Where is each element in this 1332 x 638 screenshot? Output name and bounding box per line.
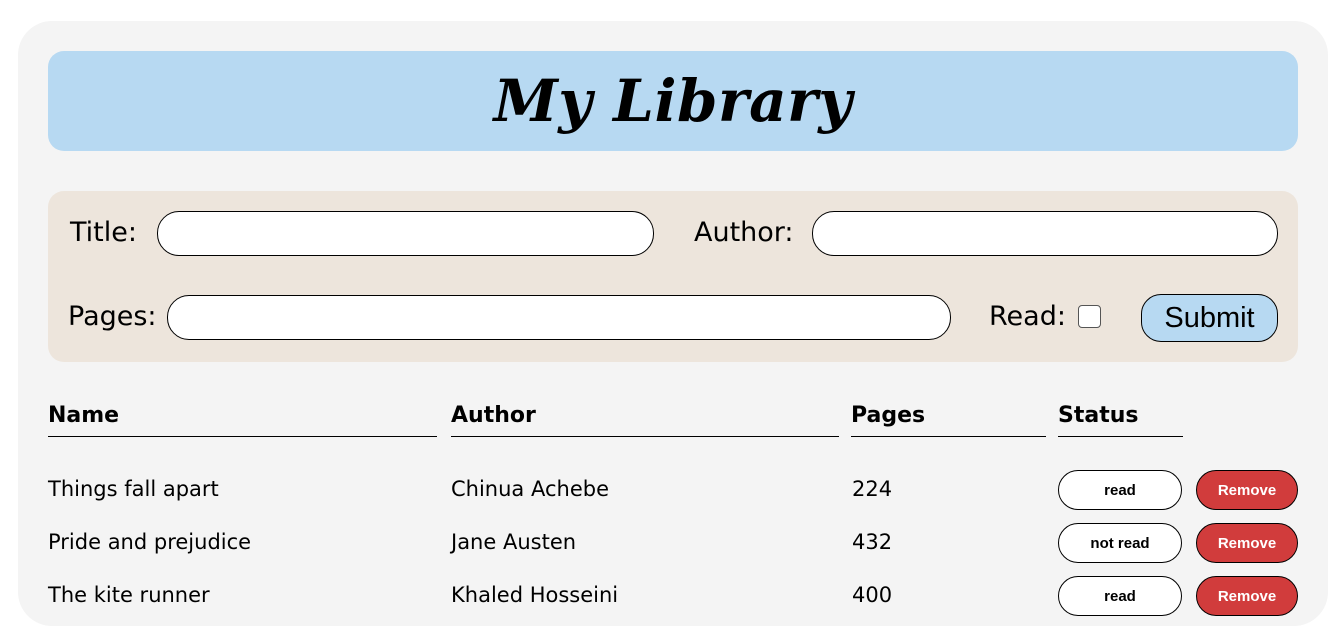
book-name: The kite runner xyxy=(48,583,210,607)
book-name: Things fall apart xyxy=(48,477,219,501)
remove-button[interactable]: Remove xyxy=(1196,576,1298,616)
pages-label: Pages: xyxy=(68,301,157,332)
title-label: Title: xyxy=(70,217,137,248)
read-label: Read: xyxy=(989,301,1066,332)
add-book-form: Title: Author: Pages: Read: Submit xyxy=(48,191,1298,362)
column-header-author: Author xyxy=(451,401,839,437)
book-pages: 224 xyxy=(852,477,893,501)
page-title: My Library xyxy=(493,67,853,135)
read-checkbox[interactable] xyxy=(1078,305,1101,328)
status-toggle-button[interactable]: read xyxy=(1058,470,1182,510)
column-header-status: Status xyxy=(1058,401,1183,437)
column-header-pages: Pages xyxy=(851,401,1046,437)
column-header-name: Name xyxy=(48,401,437,437)
book-pages: 432 xyxy=(852,530,893,554)
pages-input[interactable] xyxy=(167,295,951,340)
author-label: Author: xyxy=(694,217,794,248)
author-input[interactable] xyxy=(812,211,1278,256)
remove-button[interactable]: Remove xyxy=(1196,523,1298,563)
status-toggle-button[interactable]: read xyxy=(1058,576,1182,616)
book-author: Khaled Hosseini xyxy=(451,583,619,607)
remove-button[interactable]: Remove xyxy=(1196,470,1298,510)
book-name: Pride and prejudice xyxy=(48,530,252,554)
book-pages: 400 xyxy=(852,583,893,607)
status-toggle-button[interactable]: not read xyxy=(1058,523,1182,563)
book-author: Chinua Achebe xyxy=(451,477,609,501)
library-card: My Library Title: Author: Pages: Read: S… xyxy=(18,21,1328,626)
title-input[interactable] xyxy=(157,211,654,256)
header-banner: My Library xyxy=(48,51,1298,151)
submit-button[interactable]: Submit xyxy=(1141,294,1278,342)
book-author: Jane Austen xyxy=(451,530,577,554)
